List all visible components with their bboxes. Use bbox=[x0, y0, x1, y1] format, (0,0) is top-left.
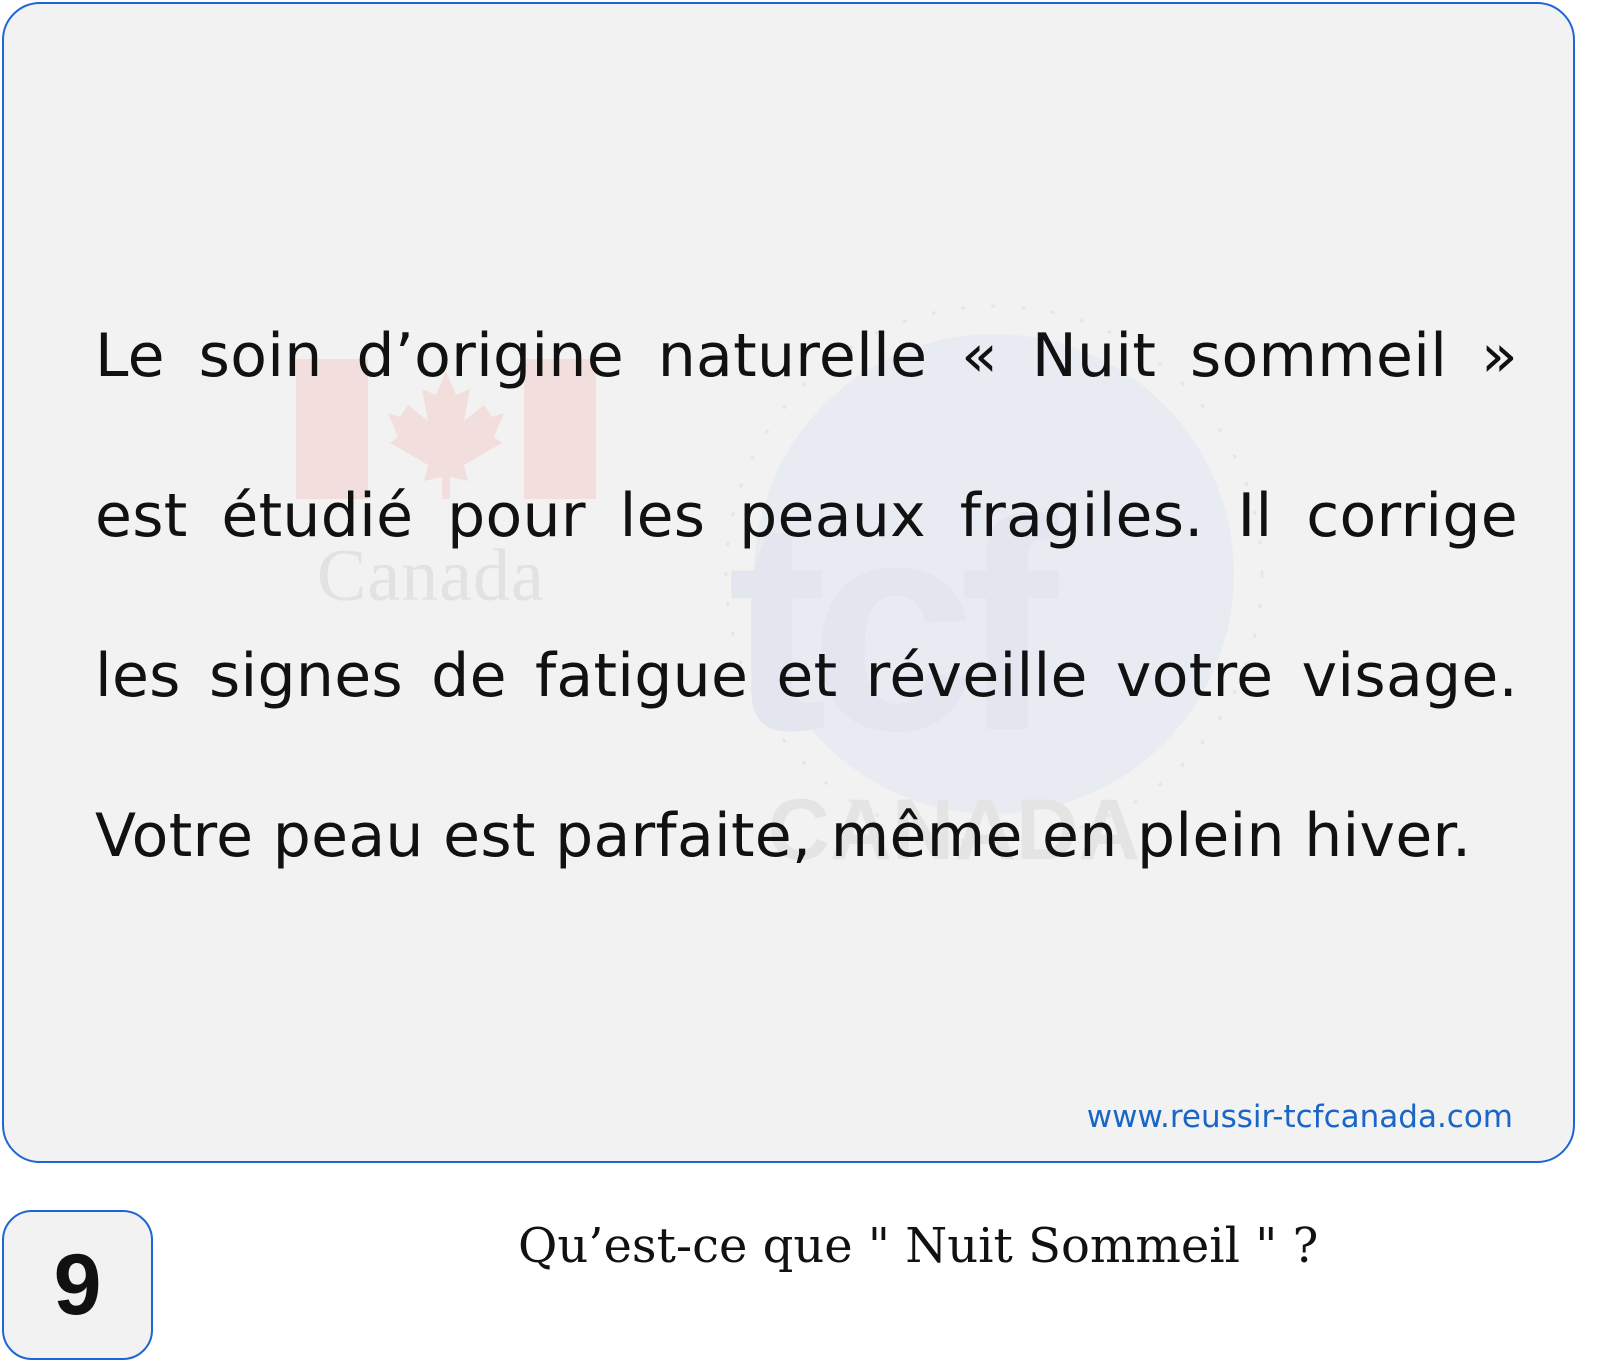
website-link[interactable]: www.reussir-tcfcanada.com bbox=[1087, 1099, 1513, 1135]
reading-passage: Le soin d’origine naturelle « Nuit somme… bbox=[95, 321, 1518, 871]
question-number: 9 bbox=[53, 1236, 102, 1333]
question-text: Qu’est-ce que " Nuit Sommeil " ? bbox=[518, 1218, 1319, 1274]
question-number-badge: 9 bbox=[2, 1210, 153, 1360]
text-card: Canada tcf CANADA Le soin d’origine natu… bbox=[2, 2, 1575, 1163]
